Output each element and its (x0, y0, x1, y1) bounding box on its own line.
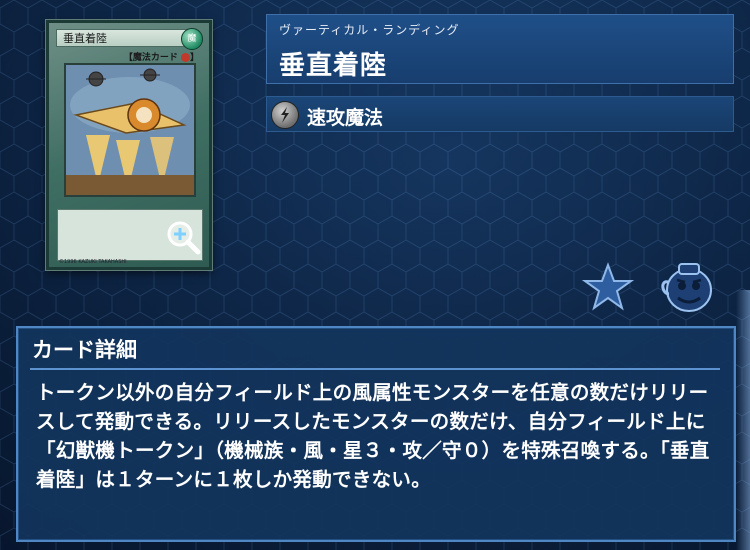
card-copyright: ©1996 KAZUKI TAKAHASHI (59, 259, 127, 265)
card-detail-panel: カード詳細 トークン以外の自分フィールド上の風属性モンスターを任意の数だけリリー… (16, 326, 736, 542)
artwork-drawing (66, 65, 194, 195)
card-title-panel: ヴァーティカル・ランディング 垂直着陸 (266, 14, 734, 84)
card-type-bracket: 【魔法カード 】 (123, 53, 199, 63)
pot-of-greed-icon[interactable] (660, 258, 718, 316)
card-effect-text: トークン以外の自分フィールド上の風属性モンスターを任意の数だけリリースして発動で… (36, 381, 710, 491)
card-name-title: 垂直着陸 (279, 51, 388, 81)
spell-type-row: 速攻魔法 (266, 96, 734, 132)
magnify-plus-icon[interactable] (165, 219, 201, 255)
favorite-star-icon[interactable] (582, 262, 634, 312)
detail-divider (30, 368, 720, 370)
card-detail-heading: カード詳細 (32, 338, 137, 362)
card-name-reading: ヴァーティカル・ランディング (279, 23, 460, 37)
right-edge-glow (736, 290, 750, 550)
quick-play-icon (271, 101, 299, 129)
spell-type-label: 速攻魔法 (307, 107, 384, 129)
card-artwork (64, 63, 196, 197)
card-image[interactable]: 垂直着陸 魔 【魔法カード 】 ©1996 KAZUKI TAKAHASHI (46, 20, 212, 270)
spell-attribute-icon: 魔 (181, 28, 203, 50)
card-name-plate: 垂直着陸 (56, 29, 188, 47)
